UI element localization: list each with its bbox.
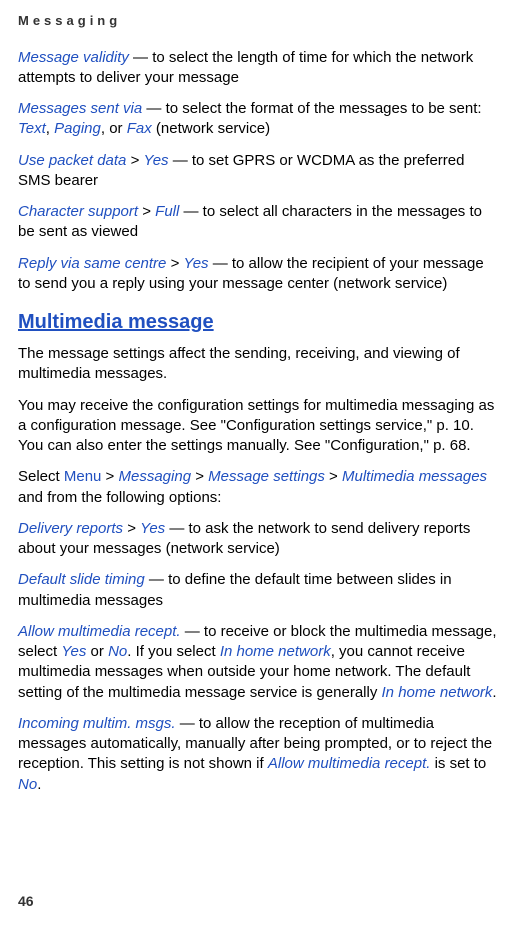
option-incoming-multim-msgs: Incoming multim. msgs. — to allow the re… (18, 714, 500, 795)
t2: . If you select (127, 643, 220, 660)
path-message-settings: Message settings (208, 468, 325, 485)
t2: is set to (430, 755, 486, 772)
or: or (86, 643, 108, 660)
option-fax: Fax (127, 120, 152, 137)
term: Use packet data (18, 152, 126, 169)
term: Delivery reports (18, 520, 123, 537)
option-default-slide-timing: Default slide timing — to define the def… (18, 570, 500, 611)
sep: > (123, 520, 140, 537)
option-paging: Paging (54, 120, 101, 137)
joiner: , or (101, 120, 127, 137)
value: Yes (144, 152, 169, 169)
desc-prefix: — to select the format of the messages t… (142, 100, 481, 117)
setting-character-support: Character support > Full — to select all… (18, 202, 500, 243)
term: Message validity (18, 49, 129, 66)
home1: In home network (220, 643, 331, 660)
joiner: , (46, 120, 54, 137)
sep: > (138, 203, 155, 220)
option-delivery-reports: Delivery reports > Yes — to ask the netw… (18, 519, 500, 560)
option-allow-multimedia-recept: Allow multimedia recept. — to receive or… (18, 622, 500, 703)
path-menu: Menu (64, 468, 102, 485)
term: Messages sent via (18, 100, 142, 117)
sep: > (166, 255, 183, 272)
section-intro-2: You may receive the configuration settin… (18, 396, 500, 457)
value: Yes (140, 520, 165, 537)
page-number: 46 (18, 892, 34, 911)
term: Character support (18, 203, 138, 220)
setting-message-validity: Message validity — to select the length … (18, 48, 500, 89)
path-multimedia-messages: Multimedia messages (342, 468, 487, 485)
yes: Yes (61, 643, 86, 660)
page-header: Messaging (18, 12, 500, 30)
no: No (18, 776, 37, 793)
select-path: Select Menu > Messaging > Message settin… (18, 467, 500, 508)
setting-messages-sent-via: Messages sent via — to select the format… (18, 99, 500, 140)
prefix: Select (18, 468, 64, 485)
setting-use-packet-data: Use packet data > Yes — to set GPRS or W… (18, 151, 500, 192)
term: Reply via same centre (18, 255, 166, 272)
home2: In home network (382, 684, 493, 701)
no: No (108, 643, 127, 660)
sep: > (126, 152, 143, 169)
path-messaging: Messaging (119, 468, 192, 485)
section-title-multimedia[interactable]: Multimedia message (18, 309, 500, 336)
suffix: and from the following options: (18, 489, 221, 506)
t4: . (492, 684, 496, 701)
ref: Allow multimedia recept. (268, 755, 431, 772)
t3: . (37, 776, 41, 793)
section-intro-1: The message settings affect the sending,… (18, 344, 500, 385)
option-text: Text (18, 120, 46, 137)
term: Default slide timing (18, 571, 145, 588)
term: Allow multimedia recept. (18, 623, 181, 640)
value: Yes (184, 255, 209, 272)
term: Incoming multim. msgs. (18, 715, 176, 732)
setting-reply-via-same-centre: Reply via same centre > Yes — to allow t… (18, 254, 500, 295)
value: Full (155, 203, 179, 220)
desc-suffix: (network service) (152, 120, 270, 137)
